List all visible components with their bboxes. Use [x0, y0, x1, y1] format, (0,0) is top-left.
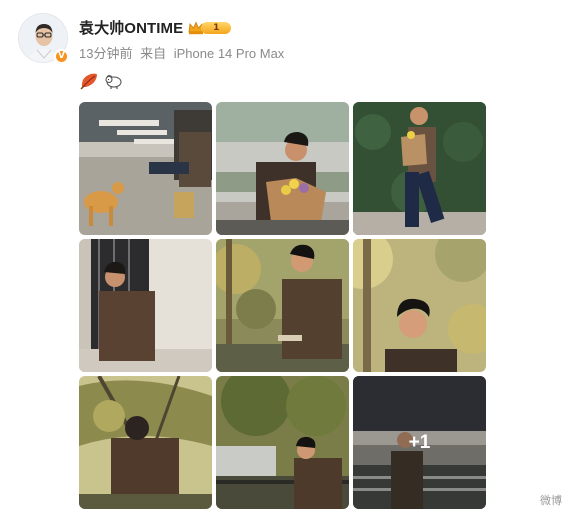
- photo-hedge-walk: [353, 102, 486, 235]
- post-time[interactable]: 13分钟前: [79, 46, 132, 61]
- photo-5[interactable]: [216, 239, 349, 372]
- photo-look-up: [353, 239, 486, 372]
- photo-grid: +1: [79, 102, 486, 509]
- photo-1[interactable]: [79, 102, 212, 235]
- vip-level: 1: [201, 21, 232, 34]
- leaf-emoji: [80, 73, 97, 90]
- photo-6[interactable]: [353, 239, 486, 372]
- verified-v-icon: V: [54, 49, 69, 64]
- photo-cafe-dog: [79, 102, 212, 235]
- photo-3[interactable]: [353, 102, 486, 235]
- source-prefix: 来自: [140, 46, 167, 61]
- source-device[interactable]: iPhone 14 Pro Max: [174, 46, 285, 61]
- vip-badge[interactable]: 1: [188, 21, 232, 35]
- photo-trees-back: [79, 376, 212, 509]
- watermark: 微博: [540, 495, 562, 507]
- photo-2[interactable]: [216, 102, 349, 235]
- post-text: [79, 71, 123, 91]
- photo-7[interactable]: [79, 376, 212, 509]
- more-photos-overlay[interactable]: +1: [353, 376, 486, 509]
- photo-4[interactable]: [79, 239, 212, 372]
- author-row: 袁大帅ONTIME 1: [79, 17, 232, 38]
- photo-9[interactable]: +1: [353, 376, 486, 509]
- photo-8[interactable]: [216, 376, 349, 509]
- author-avatar[interactable]: V: [18, 13, 69, 64]
- photo-river-rail: [216, 239, 349, 372]
- photo-flowers-bridge: [216, 102, 349, 235]
- post-meta: 13分钟前 来自 iPhone 14 Pro Max: [79, 43, 288, 62]
- author-name[interactable]: 袁大帅ONTIME: [79, 17, 183, 38]
- photo-trees-bench: [216, 376, 349, 509]
- lamb-emoji: [105, 74, 122, 89]
- photo-window-wall: [79, 239, 212, 372]
